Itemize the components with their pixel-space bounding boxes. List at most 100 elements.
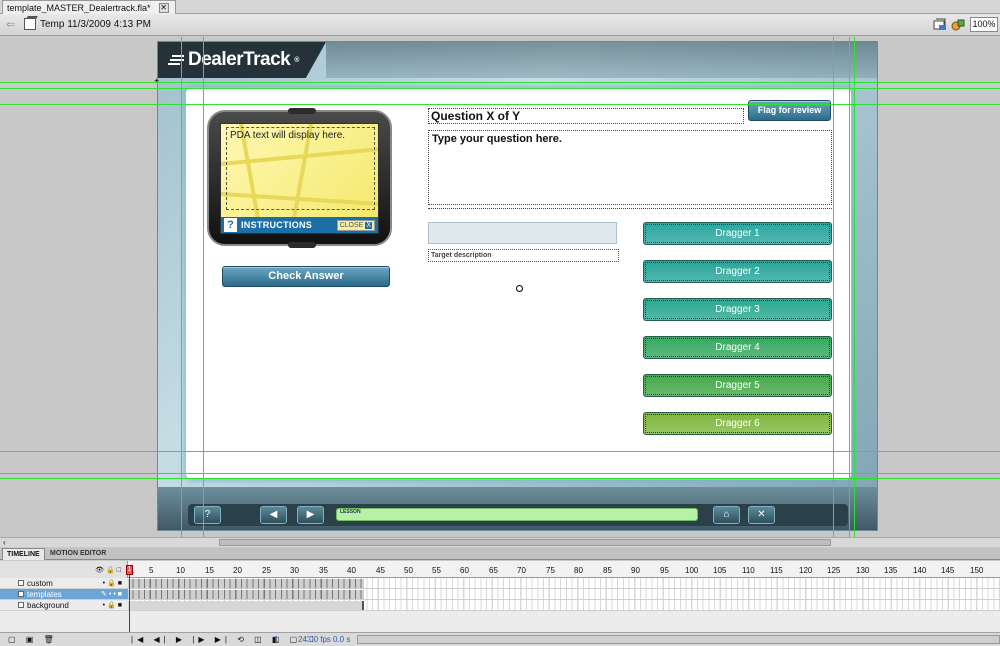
registration-point-icon [516,285,523,292]
pda-text: PDA text will display here. [226,127,375,210]
dragger-4[interactable]: Dragger 4 [643,336,832,359]
scrollbar-thumb[interactable] [219,539,831,546]
layer-toggle-icons[interactable]: 👁🔒□ [95,566,123,574]
help-question-icon[interactable]: ? [224,218,237,232]
layer-action-icons[interactable]: ▢ ▣ 🗑 [8,635,58,644]
layer-name: custom [27,578,53,588]
guide-horizontal [0,473,1000,474]
lesson-progress-bar: LESSON [336,508,698,521]
frame-number: 150 [970,566,984,575]
question-title: Question X of Y [428,108,744,124]
dragger-2[interactable]: Dragger 2 [643,260,832,283]
fps-readout[interactable]: 24.00 fps [298,635,331,644]
document-tab-bar: template_MASTER_Dealertrack.fla* ✕ [0,0,1000,14]
document-tab[interactable]: template_MASTER_Dealertrack.fla* ✕ [2,0,176,14]
frame-number: 50 [404,566,413,575]
keyframe-span[interactable] [128,601,364,610]
frame-number: 20 [233,566,242,575]
keyframe-span[interactable] [128,590,364,599]
pda-bottom-notch [288,242,316,248]
dragger-1[interactable]: Dragger 1 [643,222,832,245]
playback-controls-icons[interactable]: |◀ ◀| ▶ |▶ ▶| ⟲ ◫ ◧ ▢ ⛶ [131,635,317,645]
frames-row-templates[interactable] [128,589,1000,600]
frames-row-custom[interactable] [128,578,1000,589]
nav-strip: ? ◀ ▶ LESSON ⌂ ✕ [188,504,848,526]
frame-number: 55 [432,566,441,575]
playhead-handle[interactable]: 1 [126,565,133,575]
timeline-tab-bar: TIMELINE MOTION EDITOR [0,548,1000,560]
prev-button[interactable]: ◀ [260,506,287,524]
layer-name: background [27,600,69,610]
zoom-field[interactable]: 100% [970,17,998,32]
guide-vertical [854,37,855,537]
guide-vertical [849,37,850,537]
elapsed-time-readout: 0.0 s [333,635,351,644]
question-body: Type your question here. [428,130,832,205]
frame-number: 15 [205,566,214,575]
frame-number: 120 [799,566,813,575]
frame-ruler[interactable]: 1 5 10 15 20 25 30 35 40 45 50 55 60 65 … [128,561,1000,578]
guide-horizontal [0,451,1000,452]
scene-label[interactable]: Temp 11/3/2009 4:13 PM [40,19,151,30]
layer-state-dots[interactable]: •🔒■ [103,601,124,609]
frame-number: 30 [290,566,299,575]
dragger-3[interactable]: Dragger 3 [643,298,832,321]
frame-number: 130 [856,566,870,575]
back-arrow-icon[interactable]: ⇐ [6,18,15,31]
frame-number: 110 [742,566,755,575]
stage-horizontal-scrollbar[interactable]: ‹ [0,537,1000,547]
frame-number: 135 [884,566,898,575]
frame-number: 80 [574,566,583,575]
frame-number: 90 [631,566,640,575]
pda-top-notch [288,108,316,114]
home-button[interactable]: ⌂ [713,506,740,524]
frame-number: 60 [460,566,469,575]
drop-target[interactable] [428,222,617,244]
frame-number: 70 [517,566,526,575]
frame-number: 125 [827,566,841,575]
pda-close-button[interactable]: CLOSE X [336,219,375,231]
frames-row-background[interactable] [128,600,1000,611]
frame-number: 65 [489,566,498,575]
lesson-label: LESSON [340,509,361,515]
layer-row-custom[interactable]: custom •🔒■ [0,578,128,589]
timeline-horizontal-scrollbar[interactable] [357,635,1000,644]
dragger-6[interactable]: Dragger 6 [643,412,832,435]
guide-vertical [181,37,182,537]
document-tab-title: template_MASTER_Dealertrack.fla* [7,3,151,13]
stage-origin-marker: + [154,76,160,86]
next-button[interactable]: ▶ [297,506,324,524]
tab-motion-editor[interactable]: MOTION EDITOR [46,548,110,560]
frame-number: 100 [685,566,699,575]
layer-header: 👁🔒□ [0,561,128,578]
help-button[interactable]: ? [194,506,221,524]
dragger-5[interactable]: Dragger 5 [643,374,832,397]
logo-trademark: ® [294,56,299,64]
stage-workspace[interactable]: DealerTrack ® PDA text will display here.… [0,37,1000,537]
edit-scene-icon[interactable] [933,18,947,31]
stage-canvas[interactable]: DealerTrack ® PDA text will display here.… [157,41,878,531]
close-tab-icon[interactable]: ✕ [158,3,169,13]
frame-number: 85 [603,566,612,575]
check-answer-button[interactable]: Check Answer [222,266,390,287]
keyframe-span[interactable] [128,579,364,588]
guide-horizontal [0,88,1000,89]
close-x-icon: X [365,221,372,229]
layer-name: templates [27,589,62,599]
layer-row-templates[interactable]: templates ✎••■ [0,589,128,600]
edit-symbols-icon[interactable] [951,18,966,31]
frame-number: 45 [376,566,385,575]
layer-state-dots[interactable]: ✎••■ [101,590,124,598]
guide-horizontal [0,104,1000,105]
edit-bar: ⇐ Temp 11/3/2009 4:13 PM 100% [0,14,1000,36]
content-panel: PDA text will display here. ? INSTRUCTIO… [185,87,852,480]
layer-state-dots[interactable]: •🔒■ [103,579,124,587]
scroll-left-icon[interactable]: ‹ [3,538,6,547]
exit-button[interactable]: ✕ [748,506,775,524]
scene-clapper-icon [24,18,36,30]
tab-timeline[interactable]: TIMELINE [2,548,45,560]
stage-header: DealerTrack ® [158,42,326,78]
layer-icon [18,591,24,597]
guide-horizontal [0,478,1000,479]
layer-row-background[interactable]: background •🔒■ [0,600,128,611]
